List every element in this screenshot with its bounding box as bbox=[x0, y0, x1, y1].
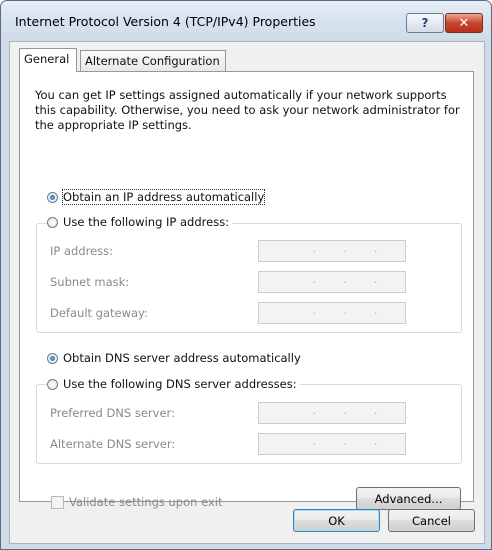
ip-auto-label: Obtain an IP address automatically bbox=[61, 189, 266, 205]
tab-alternate-configuration[interactable]: Alternate Configuration bbox=[80, 50, 226, 71]
default-gateway-field: ... bbox=[258, 302, 406, 324]
dns-auto-radio[interactable] bbox=[47, 352, 58, 364]
ip-dot: . bbox=[374, 306, 378, 317]
dns-manual-label: Use the following DNS server addresses: bbox=[63, 377, 297, 391]
ip-dot: . bbox=[312, 406, 316, 417]
ipv4-properties-dialog: Internet Protocol Version 4 (TCP/IPv4) P… bbox=[0, 0, 492, 550]
alternate-dns-field: ... bbox=[258, 433, 406, 455]
ip-dot: . bbox=[374, 275, 378, 286]
tab-general[interactable]: General bbox=[19, 48, 77, 72]
ip-dot: . bbox=[374, 437, 378, 448]
subnet-mask-field: ... bbox=[258, 271, 406, 293]
tab-alternate-configuration-label: Alternate Configuration bbox=[85, 54, 220, 68]
alternate-dns-label: Alternate DNS server: bbox=[50, 437, 176, 451]
subnet-mask-label: Subnet mask: bbox=[50, 275, 130, 289]
ip-manual-label: Use the following IP address: bbox=[63, 215, 230, 229]
ip-address-field: ... bbox=[258, 240, 406, 262]
help-button[interactable]: ? bbox=[406, 13, 444, 33]
ip-dot: . bbox=[374, 244, 378, 255]
ip-dot: . bbox=[312, 244, 316, 255]
ok-button-label: OK bbox=[328, 513, 345, 528]
dns-auto-radio-row[interactable]: Obtain DNS server address automatically bbox=[47, 351, 301, 365]
general-tab-panel: You can get IP settings assigned automat… bbox=[19, 71, 474, 510]
preferred-dns-label: Preferred DNS server: bbox=[50, 406, 175, 420]
cancel-button[interactable]: Cancel bbox=[388, 509, 475, 532]
advanced-button[interactable]: Advanced... bbox=[356, 487, 461, 510]
info-text: You can get IP settings assigned automat… bbox=[35, 88, 460, 132]
validate-settings-label: Validate settings upon exit bbox=[69, 495, 223, 509]
dns-manual-radio[interactable] bbox=[47, 378, 58, 390]
ip-manual-radio-row[interactable]: Use the following IP address: bbox=[47, 215, 233, 229]
ip-dot: . bbox=[312, 437, 316, 448]
ip-dot: . bbox=[343, 437, 347, 448]
tab-general-label: General bbox=[24, 52, 70, 66]
ip-dot: . bbox=[374, 406, 378, 417]
cancel-button-label: Cancel bbox=[412, 513, 451, 528]
validate-settings-row: Validate settings upon exit bbox=[51, 495, 222, 509]
ip-dot: . bbox=[343, 244, 347, 255]
ok-button[interactable]: OK bbox=[293, 509, 380, 532]
ip-manual-radio[interactable] bbox=[47, 216, 58, 228]
dns-auto-label: Obtain DNS server address automatically bbox=[63, 351, 301, 365]
ip-auto-radio[interactable] bbox=[47, 191, 58, 203]
window-title: Internet Protocol Version 4 (TCP/IPv4) P… bbox=[15, 14, 316, 29]
close-icon: ✕ bbox=[458, 15, 470, 31]
validate-settings-checkbox bbox=[51, 495, 64, 509]
dns-manual-radio-row[interactable]: Use the following DNS server addresses: bbox=[47, 377, 300, 391]
default-gateway-label: Default gateway: bbox=[50, 306, 148, 320]
ip-dot: . bbox=[343, 275, 347, 286]
ip-dot: . bbox=[312, 306, 316, 317]
ip-dot: . bbox=[343, 306, 347, 317]
title-bar[interactable]: Internet Protocol Version 4 (TCP/IPv4) P… bbox=[1, 1, 491, 41]
help-icon: ? bbox=[421, 16, 429, 30]
ip-address-label: IP address: bbox=[50, 244, 114, 258]
ip-dot: . bbox=[343, 406, 347, 417]
ip-auto-radio-row[interactable]: Obtain an IP address automatically bbox=[47, 189, 266, 205]
close-button[interactable]: ✕ bbox=[445, 13, 483, 33]
ip-dot: . bbox=[312, 275, 316, 286]
preferred-dns-field: ... bbox=[258, 402, 406, 424]
dialog-client-area: General Alternate Configuration You can … bbox=[9, 41, 485, 544]
advanced-button-label: Advanced... bbox=[374, 491, 443, 506]
